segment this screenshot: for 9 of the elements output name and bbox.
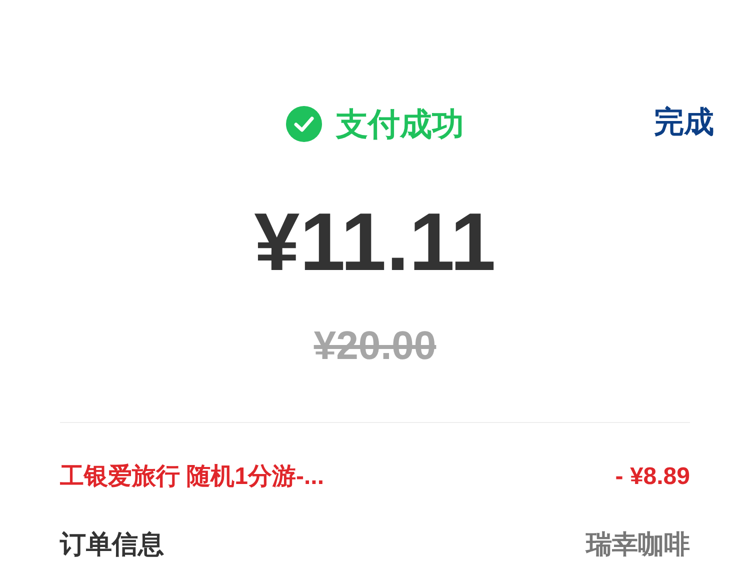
order-info-label: 订单信息 [60,528,164,561]
discount-value: - ¥8.89 [615,462,690,492]
merchant-name: 瑞幸咖啡 [586,528,690,561]
paid-amount: ¥11.11 [254,202,496,284]
original-price: ¥20.00 [314,326,436,366]
done-button[interactable]: 完成 [654,100,714,145]
payment-status: 支付成功 [336,105,464,144]
discount-label: 工银爱旅行 随机1分游-... [60,462,324,492]
check-circle-icon [286,106,322,142]
